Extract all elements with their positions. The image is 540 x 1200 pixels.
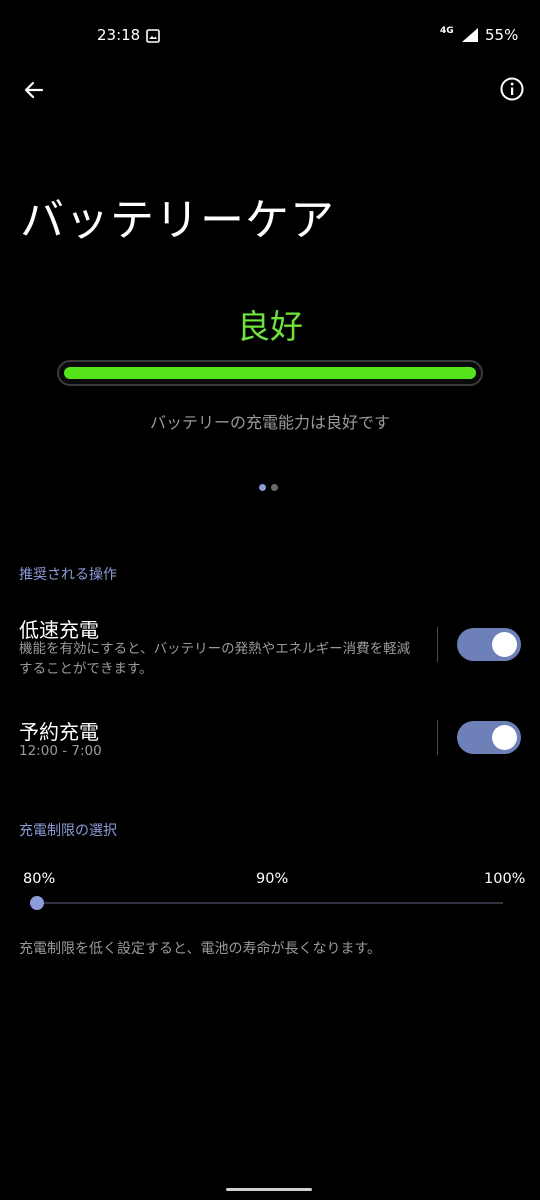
page-indicator <box>259 484 278 491</box>
page-title: バッテリーケア <box>20 195 335 246</box>
image-notification-icon <box>146 28 160 43</box>
charge-limit-option-100[interactable]: 100% <box>484 871 525 887</box>
back-button[interactable] <box>18 76 50 108</box>
scheduled-charging-toggle[interactable] <box>457 721 521 754</box>
battery-health-status: 良好 <box>237 307 303 346</box>
arrow-back-icon <box>22 78 46 106</box>
setting-scheduled-charging[interactable]: 予約充電 12:00 - 7:00 <box>0 712 540 772</box>
toggle-knob <box>492 632 517 657</box>
divider <box>437 627 438 662</box>
battery-health-description: バッテリーの充電能力は良好です <box>149 413 390 432</box>
section-header-charge-limit: 充電制限の選択 <box>19 823 117 839</box>
page-dot-2[interactable] <box>271 484 278 491</box>
charge-limit-slider-track[interactable] <box>37 902 503 904</box>
divider <box>437 720 438 755</box>
info-button[interactable] <box>497 76 527 106</box>
network-type: 4G <box>440 26 454 36</box>
charge-limit-slider-thumb[interactable] <box>30 896 44 910</box>
charge-limit-note: 充電制限を低く設定すると、電池の寿命が長くなります。 <box>19 941 382 957</box>
battery-health-fill <box>64 367 476 379</box>
gesture-nav-handle[interactable] <box>226 1188 312 1191</box>
charge-limit-option-90[interactable]: 90% <box>256 871 288 887</box>
page-dot-1[interactable] <box>259 484 266 491</box>
signal-icon <box>461 27 479 43</box>
charge-limit-option-80[interactable]: 80% <box>23 871 55 887</box>
setting-slow-charging[interactable]: 低速充電 機能を有効にすると、バッテリーの発熱やエネルギー消費を軽減することがで… <box>0 610 540 690</box>
info-icon <box>499 76 525 106</box>
section-header-recommended: 推奨される操作 <box>19 567 117 583</box>
toggle-knob <box>492 725 517 750</box>
slow-charging-toggle[interactable] <box>457 628 521 661</box>
setting-subtitle: 機能を有効にすると、バッテリーの発熱やエネルギー消費を軽減することができます。 <box>19 641 411 677</box>
setting-subtitle: 12:00 - 7:00 <box>19 743 102 759</box>
battery-health-bar <box>57 360 483 386</box>
battery-percent: 55% <box>485 26 519 44</box>
status-time: 23:18 <box>97 26 141 44</box>
status-bar: 23:18 4G 55% <box>0 0 540 72</box>
